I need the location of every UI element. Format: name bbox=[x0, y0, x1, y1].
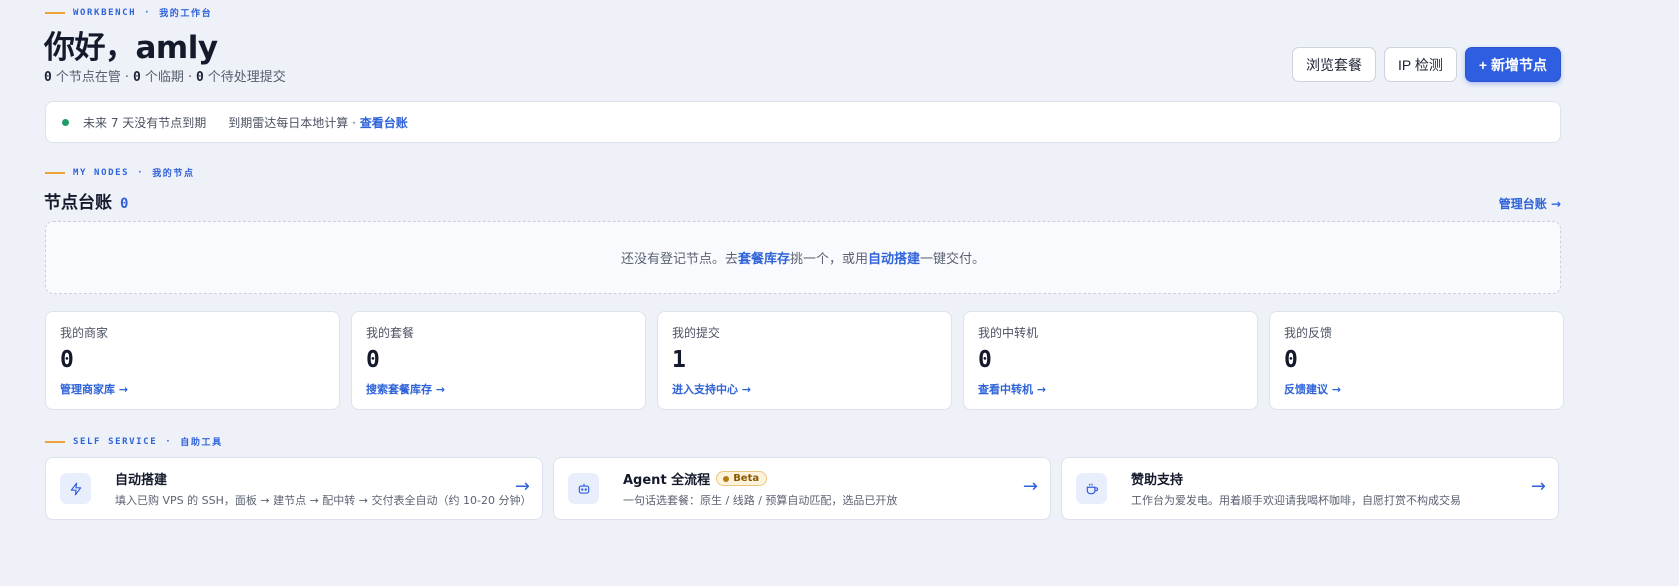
stat-managed-count: 0 bbox=[44, 70, 52, 85]
self-service-tools: 自动搭建 填入已购 VPS 的 SSH，面板 → 建节点 → 配中转 → 交付表… bbox=[45, 457, 1559, 520]
stat-card-label: 我的套餐 bbox=[366, 326, 415, 340]
eyebrow-dash bbox=[45, 171, 65, 174]
page-title: 你好，amly bbox=[44, 30, 218, 66]
expiry-notice-text: 未来 7 天没有节点到期 bbox=[83, 115, 207, 130]
manage-merchants-link[interactable]: 管理商家库 → bbox=[60, 381, 128, 397]
eyebrow-en: WORKBENCH bbox=[73, 7, 137, 18]
view-ledger-link[interactable]: 查看台账 bbox=[360, 116, 408, 130]
coffee-icon bbox=[1076, 473, 1107, 504]
eyebrow-zh: 自助工具 bbox=[180, 438, 223, 448]
stat-card-value: 1 bbox=[672, 347, 686, 373]
add-node-button[interactable]: + 新增节点 bbox=[1464, 47, 1561, 82]
empty-text-mid: 挑一个，或用 bbox=[789, 252, 868, 267]
eyebrow-dash bbox=[45, 440, 65, 443]
expiry-notice: 未来 7 天没有节点到期 到期雷达每日本地计算 · 查看台账 bbox=[45, 101, 1561, 143]
tool-auto-build[interactable]: 自动搭建 填入已购 VPS 的 SSH，面板 → 建节点 → 配中转 → 交付表… bbox=[45, 457, 543, 520]
stat-pending-label: 个待处理提交 bbox=[207, 70, 286, 85]
stat-separator: · bbox=[187, 70, 192, 85]
stat-card-label: 我的中转机 bbox=[978, 326, 1039, 340]
stat-card-merchants: 我的商家 0 管理商家库 → bbox=[45, 311, 340, 410]
robot-icon bbox=[568, 473, 599, 504]
nodes-count: 0 bbox=[120, 196, 129, 212]
arrow-right-icon: → bbox=[1022, 476, 1038, 497]
nodes-eyebrow: MY NODES · 我的节点 bbox=[45, 166, 195, 179]
ip-check-button[interactable]: IP 检测 bbox=[1384, 47, 1457, 82]
eyebrow-zh: 我的节点 bbox=[152, 169, 195, 179]
stat-card-value: 0 bbox=[978, 347, 992, 373]
status-dot-icon bbox=[62, 118, 69, 126]
stat-card-value: 0 bbox=[1284, 347, 1298, 373]
eyebrow-dash bbox=[45, 11, 65, 14]
nodes-title: 节点台账 bbox=[44, 193, 112, 213]
stat-card-feedback: 我的反馈 0 反馈建议 → bbox=[1269, 311, 1564, 410]
workbench-eyebrow: WORKBENCH · 我的工作台 bbox=[45, 6, 212, 19]
stat-card-value: 0 bbox=[60, 347, 74, 373]
empty-text-pre: 还没有登记节点。去 bbox=[620, 252, 738, 267]
tool-description: 填入已购 VPS 的 SSH，面板 → 建节点 → 配中转 → 交付表全自动（约… bbox=[115, 494, 532, 507]
tool-title: 自动搭建 bbox=[115, 473, 168, 488]
eyebrow-separator: · bbox=[144, 7, 152, 18]
tool-title: Agent 全流程 bbox=[623, 473, 711, 488]
stat-pending-count: 0 bbox=[195, 70, 204, 85]
tool-description: 工作台为爱发电。用着顺手欢迎请我喝杯咖啡，自愿打赏不构成交易 bbox=[1131, 494, 1461, 507]
tool-title: 赞助支持 bbox=[1131, 473, 1184, 488]
badge-label: Beta bbox=[733, 473, 760, 484]
nodes-section-title: 节点台账 0 bbox=[44, 188, 128, 213]
empty-text-post: 一键交付。 bbox=[920, 252, 986, 267]
tool-agent-flow[interactable]: Agent 全流程 Beta 一句话选套餐：原生 / 线路 / 预算自动匹配，选… bbox=[553, 457, 1051, 520]
arrow-right-icon: → bbox=[1530, 476, 1546, 497]
feedback-link[interactable]: 反馈建议 → bbox=[1284, 381, 1341, 397]
stat-card-plans: 我的套餐 0 搜索套餐库存 → bbox=[351, 311, 646, 410]
beta-badge: Beta bbox=[716, 471, 768, 486]
stat-separator: · bbox=[124, 70, 129, 85]
stat-card-label: 我的商家 bbox=[60, 326, 109, 340]
support-center-link[interactable]: 进入支持中心 → bbox=[672, 381, 751, 397]
plan-inventory-link[interactable]: 套餐库存 bbox=[738, 248, 790, 267]
arrow-right-icon: → bbox=[514, 476, 530, 497]
stat-card-value: 0 bbox=[366, 347, 380, 373]
auto-build-link[interactable]: 自动搭建 bbox=[868, 248, 920, 267]
summary-stats: 0 个节点在管 · 0 个临期 · 0 个待处理提交 bbox=[44, 66, 286, 85]
expiry-notice-hint: 到期雷达每日本地计算 · 查看台账 bbox=[228, 114, 407, 131]
browse-plans-button[interactable]: 浏览套餐 bbox=[1292, 47, 1377, 82]
stat-card-label: 我的提交 bbox=[672, 326, 721, 340]
stat-expiring-label: 个临期 bbox=[144, 70, 184, 85]
eyebrow-separator: · bbox=[137, 167, 145, 178]
nodes-empty-state: 还没有登记节点。去 套餐库存 挑一个，或用 自动搭建 一键交付。 bbox=[45, 221, 1561, 294]
eyebrow-zh: 我的工作台 bbox=[159, 9, 213, 19]
stat-card-label: 我的反馈 bbox=[1284, 326, 1333, 340]
stat-cards: 我的商家 0 管理商家库 → 我的套餐 0 搜索套餐库存 → 我的提交 1 进入… bbox=[45, 311, 1564, 410]
manage-ledger-link[interactable]: 管理台账 → bbox=[1499, 195, 1561, 212]
eyebrow-en: MY NODES bbox=[73, 167, 130, 178]
tool-description: 一句话选套餐：原生 / 线路 / 预算自动匹配，选品已开放 bbox=[623, 494, 898, 507]
lightning-icon bbox=[60, 473, 91, 504]
stat-card-relays: 我的中转机 0 查看中转机 → bbox=[963, 311, 1258, 410]
badge-dot-icon bbox=[723, 475, 730, 482]
stat-card-submissions: 我的提交 1 进入支持中心 → bbox=[657, 311, 952, 410]
eyebrow-en: SELF SERVICE bbox=[73, 436, 158, 447]
self-service-eyebrow: SELF SERVICE · 自助工具 bbox=[45, 435, 223, 448]
stat-expiring-count: 0 bbox=[132, 70, 141, 85]
expiry-hint-text: 到期雷达每日本地计算 · bbox=[228, 115, 360, 130]
view-relays-link[interactable]: 查看中转机 → bbox=[978, 381, 1046, 397]
search-plans-link[interactable]: 搜索套餐库存 → bbox=[366, 381, 445, 397]
tool-sponsor[interactable]: 赞助支持 工作台为爱发电。用着顺手欢迎请我喝杯咖啡，自愿打赏不构成交易 → bbox=[1061, 457, 1559, 520]
eyebrow-separator: · bbox=[165, 436, 173, 447]
header-actions: 浏览套餐 IP 检测 + 新增节点 bbox=[1292, 47, 1561, 82]
stat-managed-label: 个节点在管 bbox=[55, 70, 121, 85]
